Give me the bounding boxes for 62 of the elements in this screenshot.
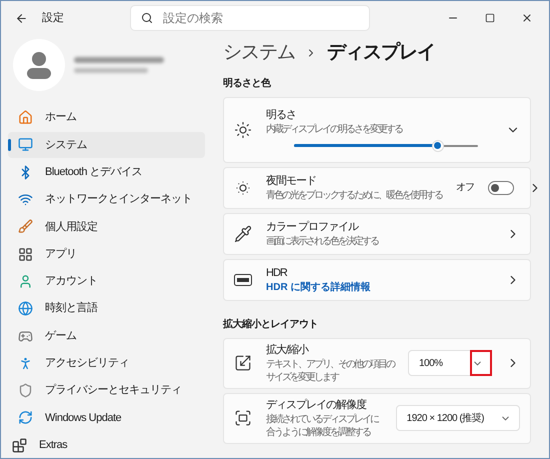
setting-description: 画面に表示される色を決定する bbox=[266, 234, 380, 248]
sidebar-item[interactable]: システム bbox=[8, 132, 205, 158]
setting-title: カラー プロファイル bbox=[266, 220, 360, 234]
sidebar-item[interactable]: プライバシーとセキュリティ bbox=[8, 378, 205, 404]
extras-icon bbox=[12, 438, 27, 453]
hdr-icon bbox=[234, 274, 252, 286]
brightness-icon bbox=[234, 120, 252, 138]
brightness-slider[interactable] bbox=[294, 140, 478, 152]
back-icon[interactable] bbox=[15, 12, 28, 24]
sidebar-item[interactable]: Extras bbox=[8, 432, 205, 458]
setting-title: ディスプレイの解像度 bbox=[266, 398, 368, 412]
sidebar-item[interactable]: 時刻と言語 bbox=[8, 296, 205, 322]
hdr-card[interactable]: HDR HDR に関する詳細情報 bbox=[223, 258, 531, 300]
toggle-state-label: オフ bbox=[456, 181, 474, 195]
search-field[interactable]: 設定の検索 bbox=[130, 5, 370, 31]
brush-icon bbox=[18, 219, 33, 234]
setting-title: 拡大/縮小 bbox=[266, 342, 310, 358]
sidebar-item[interactable]: アカウント bbox=[8, 268, 205, 294]
dropdown[interactable]: 1920 × 1200 (推奨) bbox=[396, 405, 520, 431]
color-profile-card[interactable]: カラー プロファイル 画面に表示される色を決定する bbox=[223, 212, 531, 254]
sidebar-item[interactable]: アプリ bbox=[8, 241, 205, 267]
sidebar-item[interactable]: 個人用設定 bbox=[8, 214, 205, 240]
home-icon bbox=[18, 110, 33, 126]
apps-icon bbox=[18, 246, 33, 262]
accessibility-icon bbox=[18, 356, 33, 371]
globe-icon bbox=[18, 301, 33, 316]
setting-title: 明るさ bbox=[266, 108, 297, 122]
wifi-icon bbox=[18, 192, 33, 208]
user-icon bbox=[18, 274, 33, 289]
search-icon bbox=[141, 12, 153, 24]
hdr-info-link[interactable]: HDR に関する詳細情報 bbox=[266, 280, 492, 294]
dropdown[interactable]: 100% bbox=[408, 350, 492, 376]
sidebar-item[interactable]: Bluetooth とデバイス bbox=[8, 160, 205, 185]
window-title: 設定 bbox=[42, 10, 64, 26]
sidebar-item[interactable]: アクセシビリティ bbox=[8, 350, 205, 376]
scale-icon bbox=[234, 354, 252, 372]
gamepad-icon bbox=[18, 328, 33, 344]
night-light-toggle[interactable] bbox=[488, 180, 514, 194]
setting-description: テキスト、アプリ、その他の項目のサイズを変更します bbox=[266, 358, 394, 384]
dropdown-value: 1920 × 1200 (推奨) bbox=[406, 412, 484, 426]
page-title: ディスプレイ bbox=[327, 40, 435, 65]
shield-icon bbox=[18, 383, 33, 398]
setting-description: 内蔵ディスプレイの明るさを変更する bbox=[266, 122, 404, 136]
monitor-icon bbox=[18, 137, 33, 152]
update-icon bbox=[18, 410, 33, 426]
sidebar-item[interactable]: ネットワークとインターネット bbox=[8, 186, 205, 212]
section-heading: 拡大縮小とレイアウト bbox=[223, 318, 319, 332]
breadcrumb-parent[interactable]: システム bbox=[223, 39, 295, 68]
search-input[interactable]: 設定の検索 bbox=[163, 9, 359, 27]
setting-description: 接続されているディスプレイに合うように解像度を調整する bbox=[266, 412, 380, 438]
setting-title: HDR bbox=[266, 266, 288, 280]
dropdown-value: 100% bbox=[419, 356, 444, 370]
maximize-icon[interactable] bbox=[485, 13, 495, 23]
sidebar-item[interactable]: ゲーム bbox=[8, 323, 205, 349]
setting-description: 青色の光をブロックするために、暖色を使用する bbox=[266, 188, 442, 202]
setting-title: 夜間モード bbox=[266, 174, 317, 188]
resolution-icon bbox=[234, 409, 252, 427]
section-heading: 明るさと色 bbox=[223, 76, 272, 90]
sidebar-item[interactable]: Windows Update bbox=[8, 405, 205, 431]
close-icon[interactable] bbox=[521, 12, 533, 24]
eyedropper-icon bbox=[234, 224, 252, 242]
sidebar-item[interactable]: ホーム bbox=[8, 105, 205, 130]
